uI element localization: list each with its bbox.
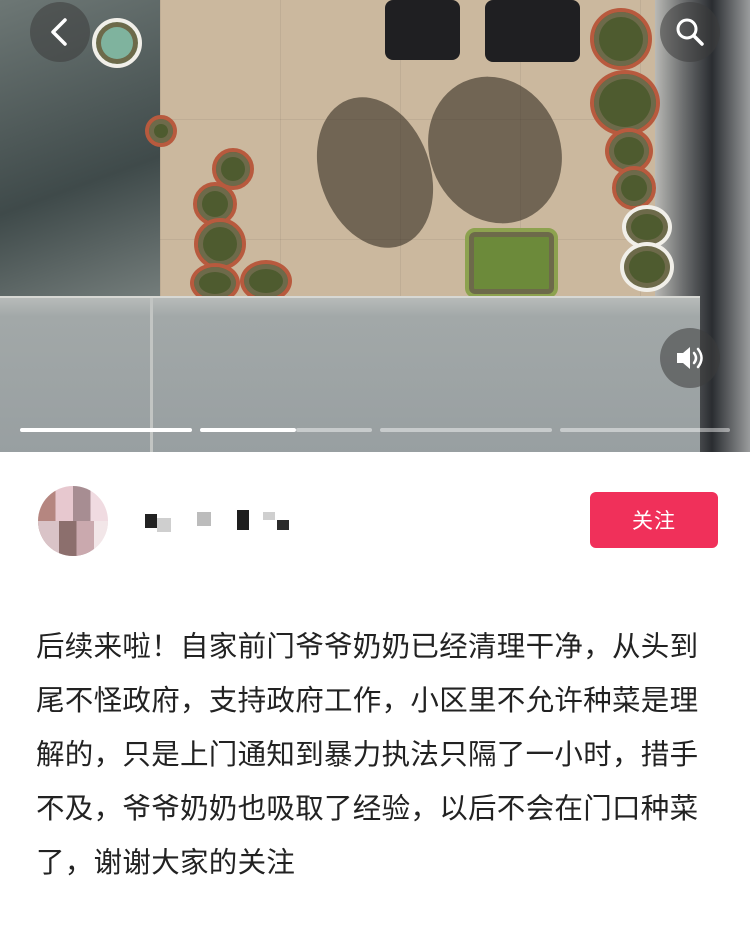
back-icon: [51, 18, 67, 46]
follow-button[interactable]: 关注: [590, 492, 718, 548]
progress-segment: [560, 428, 730, 432]
video-frame-pot: [145, 115, 177, 147]
author-bar: 关注: [0, 452, 750, 582]
video-frame-pot: [612, 166, 656, 210]
avatar[interactable]: [38, 486, 108, 556]
video-frame-person: [485, 0, 580, 62]
progress-segment-remaining: [296, 428, 372, 432]
volume-button[interactable]: [660, 328, 720, 388]
video-frame-pot: [194, 218, 246, 270]
video-frame-person: [385, 0, 460, 60]
video-frame-bucket: [92, 18, 142, 68]
video-frame-planter: [465, 228, 558, 298]
post-caption: 后续来啦！自家前门爷爷奶奶已经清理干净，从头到尾不怪政府，支持政府工作，小区里不…: [36, 630, 699, 879]
progress-segment-complete: [20, 428, 192, 432]
video-player[interactable]: [0, 0, 750, 452]
video-frame-pot: [590, 70, 660, 136]
search-button[interactable]: [660, 2, 720, 62]
progress-segment-current: [200, 428, 296, 432]
video-frame-pot: [620, 242, 674, 292]
video-frame-pot: [590, 8, 652, 70]
progress-segment: [380, 428, 552, 432]
back-button[interactable]: [30, 2, 90, 62]
volume-icon: [677, 347, 703, 369]
search-icon: [676, 18, 704, 46]
author-name-pixelated[interactable]: [145, 510, 289, 532]
